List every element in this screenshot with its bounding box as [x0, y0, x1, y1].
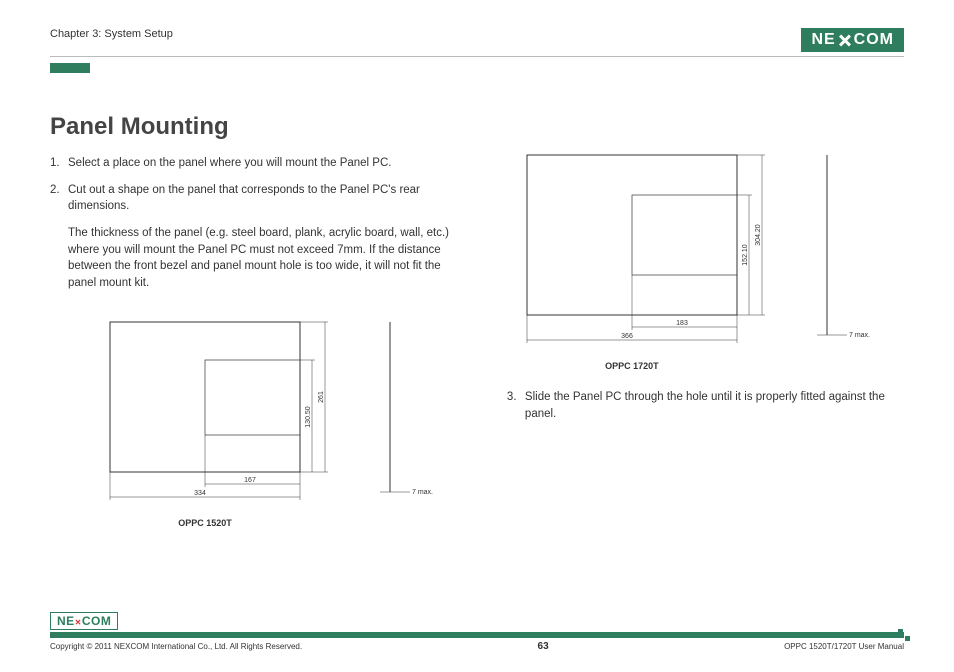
footer-row: Copyright © 2011 NEXCOM International Co…	[50, 641, 904, 652]
step-text: Cut out a shape on the panel that corres…	[68, 182, 467, 215]
dim-w-inner: 167	[244, 477, 256, 484]
step-1: 1. Select a place on the panel where you…	[50, 155, 467, 172]
dim-h-inner: 130.50	[305, 406, 312, 428]
step-2: 2. Cut out a shape on the panel that cor…	[50, 182, 467, 215]
model-label: OPPC 1520T	[90, 518, 320, 528]
dimension-drawing-icon: 366 183 304.20 152.10 7 max.	[507, 145, 887, 355]
dim-h-outer: 304.20	[755, 224, 762, 246]
logo-x-icon	[836, 31, 854, 49]
dim-thickness: 7 max.	[412, 489, 433, 496]
step-number: 1.	[50, 155, 68, 172]
page-title: Panel Mounting	[50, 113, 904, 141]
footer-logo: NE✕COM	[50, 612, 118, 630]
page-header: Chapter 3: System Setup NE COM	[50, 28, 904, 52]
header-divider	[50, 56, 904, 57]
page-footer: NE✕COM Copyright © 2011 NEXCOM Internati…	[50, 612, 904, 652]
step-number: 2.	[50, 182, 68, 215]
right-column: 366 183 304.20 152.10 7 max. OPPC 1720T …	[507, 155, 904, 528]
dim-h-inner: 152.10	[742, 244, 749, 266]
model-label: OPPC 1720T	[507, 361, 757, 371]
dim-w-inner: 183	[676, 320, 688, 327]
dim-w-outer: 366	[621, 333, 633, 340]
left-column: 1. Select a place on the panel where you…	[50, 155, 467, 528]
logo-text-left: NE	[811, 31, 835, 49]
dim-thickness: 7 max.	[849, 332, 870, 339]
step-number: 3.	[507, 389, 525, 422]
brand-logo: NE COM	[801, 28, 904, 52]
diagram-1720t: 366 183 304.20 152.10 7 max. OPPC 1720T	[507, 145, 904, 371]
page-number: 63	[538, 641, 549, 652]
diagram-1520t: 334 167 261 130.50 7 max. OPPC 1520T	[90, 312, 467, 528]
accent-bar	[50, 63, 90, 73]
footer-divider	[50, 632, 904, 638]
logo-text-right: COM	[854, 31, 894, 49]
dim-h-outer: 261	[318, 391, 325, 403]
chapter-title: Chapter 3: System Setup	[50, 28, 173, 40]
step-text: Select a place on the panel where you wi…	[68, 155, 467, 172]
step-3: 3. Slide the Panel PC through the hole u…	[507, 389, 904, 422]
manual-title: OPPC 1520T/1720T User Manual	[784, 642, 904, 651]
step-text: Slide the Panel PC through the hole unti…	[525, 389, 904, 422]
step-2-note: The thickness of the panel (e.g. steel b…	[68, 225, 467, 292]
content-columns: 1. Select a place on the panel where you…	[50, 155, 904, 528]
dim-w-outer: 334	[194, 490, 206, 497]
dimension-drawing-icon: 334 167 261 130.50 7 max.	[90, 312, 450, 512]
copyright-text: Copyright © 2011 NEXCOM International Co…	[50, 642, 302, 651]
